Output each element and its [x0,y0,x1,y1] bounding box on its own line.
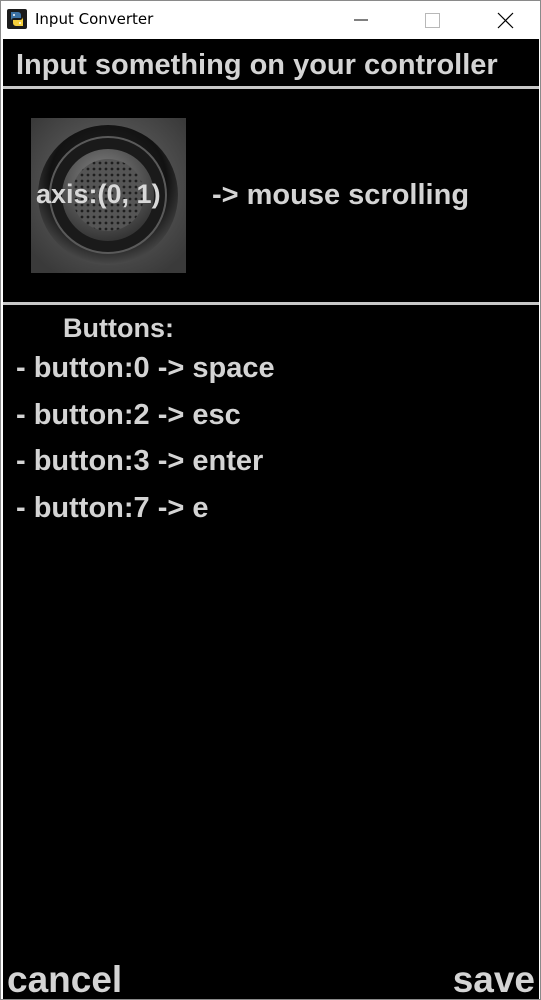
maximize-icon [425,13,440,28]
middle-divider [3,302,539,305]
python-app-icon [7,9,27,29]
save-button[interactable]: save [453,960,535,1000]
buttons-heading: Buttons: [63,313,174,343]
converter-canvas: Input something on your controller axis:… [3,39,539,999]
app-window: Input Converter Input something on your … [0,0,541,1000]
minimize-icon [354,19,368,21]
close-icon [497,12,514,29]
top-divider [3,86,539,89]
close-button[interactable] [482,1,528,39]
title-bar[interactable]: Input Converter [1,1,540,39]
axis-label: axis:(0, 1) [36,179,161,209]
minimize-button[interactable] [338,1,384,39]
button-mapping-item: - button:3 -> enter [16,445,264,477]
button-mapping-item: - button:0 -> space [16,352,275,384]
cancel-button[interactable]: cancel [7,960,122,1000]
button-mapping-list: - button:0 -> space - button:2 -> esc - … [16,352,275,538]
maximize-button[interactable] [409,1,455,39]
window-title: Input Converter [35,10,154,28]
controller-prompt: Input something on your controller [16,49,498,81]
button-mapping-item: - button:7 -> e [16,491,209,524]
axis-action: -> mouse scrolling [212,179,470,211]
button-mapping-item: - button:2 -> esc [16,398,241,431]
